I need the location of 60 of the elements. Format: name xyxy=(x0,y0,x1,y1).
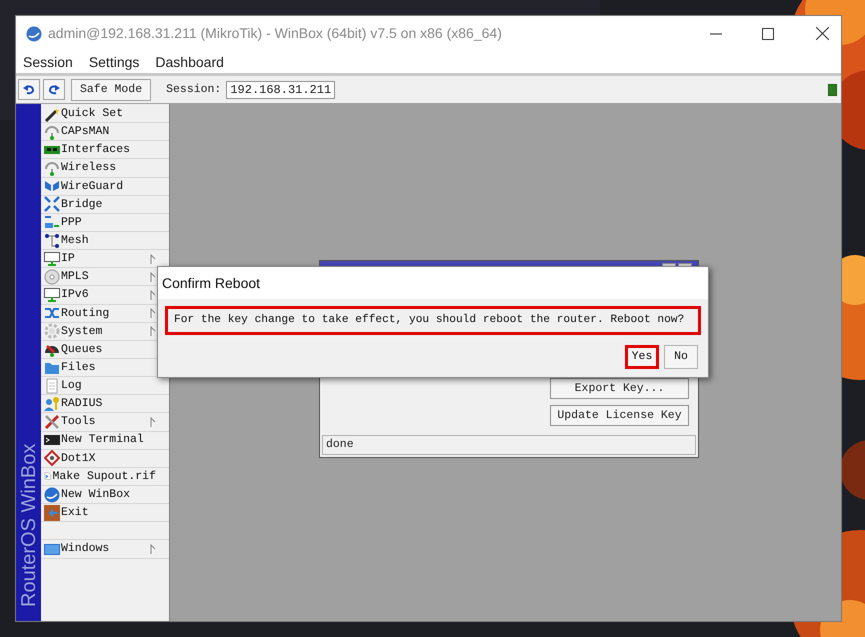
sidebar-item[interactable]: Log xyxy=(61,377,82,394)
dialog-button[interactable]: Yes xyxy=(625,345,659,369)
user-key-icon xyxy=(44,396,60,412)
brand-text: RouterOS WinBox xyxy=(17,442,41,607)
sidebar-item[interactable]: CAPsMAN xyxy=(61,123,110,140)
message-text: For the key change to take effect, you should reboot the router. Reboot now? xyxy=(165,306,701,335)
sidebar-item[interactable]: WireGuard xyxy=(61,178,124,195)
undo-icon xyxy=(23,84,35,94)
wand-icon xyxy=(44,106,60,122)
globe-icon xyxy=(26,26,42,42)
undo-button[interactable] xyxy=(18,79,40,100)
dialog-button[interactable]: No xyxy=(664,345,698,369)
sidebar-item[interactable]: Routing xyxy=(61,304,110,322)
status-indicator-icon xyxy=(828,84,837,96)
ppp-icon xyxy=(44,214,60,230)
sidebar-item[interactable]: IP xyxy=(61,250,75,268)
sidebar-item[interactable]: Mesh xyxy=(61,232,89,250)
session-label: Session: xyxy=(166,82,222,98)
sidebar-item[interactable]: Dot1X xyxy=(61,450,96,467)
window-button[interactable]: Export Key... xyxy=(550,378,689,399)
sidebar-item[interactable]: Wireless xyxy=(61,159,116,177)
sidebar-item[interactable]: Queues xyxy=(61,340,102,358)
sidebar-item[interactable]: Files xyxy=(61,358,96,376)
exit-icon xyxy=(44,504,60,521)
status-bar: done xyxy=(322,435,696,455)
ipv6-icon xyxy=(44,286,60,303)
sidebar-item[interactable]: RADIUS xyxy=(61,395,102,412)
window-title: admin@192.168.31.211 (MikroTik) - WinBox (64bit) v7.5 on x86 (x86_64) xyxy=(48,24,502,43)
sidebar-item[interactable]: Tools xyxy=(61,413,96,431)
ip-icon xyxy=(44,250,60,267)
close-icon[interactable] xyxy=(816,27,829,40)
window-button[interactable]: Update License Key xyxy=(550,405,689,426)
safe-mode-button[interactable]: Safe Mode xyxy=(71,78,152,100)
sidebar-item[interactable]: System xyxy=(61,322,102,340)
sidebar-item[interactable]: Quick Set xyxy=(61,104,124,122)
arrows-icon xyxy=(44,196,60,212)
sidebar-item[interactable]: Bridge xyxy=(61,196,102,213)
wrench-icon xyxy=(44,414,60,430)
antenna-icon xyxy=(44,124,60,140)
sidebar-item[interactable]: Make Supout.rif xyxy=(52,468,156,486)
sidebar-item[interactable]: PPP xyxy=(61,214,82,232)
sidebar-item[interactable]: New Terminal xyxy=(61,431,144,449)
sidebar-item[interactable]: IPv6 xyxy=(61,286,89,304)
sidebar-item[interactable]: Exit xyxy=(61,504,89,522)
sidebar-item[interactable]: Interfaces xyxy=(61,141,130,158)
sidebar-item[interactable]: MPLS xyxy=(61,268,89,286)
globe-icon xyxy=(44,486,60,503)
menu-item[interactable]: Session xyxy=(23,52,73,72)
menu-item[interactable]: Dashboard xyxy=(155,52,224,72)
mesh-icon xyxy=(44,232,60,249)
antenna-icon xyxy=(44,160,60,176)
menu-item[interactable]: Settings xyxy=(88,52,140,72)
maximize-icon[interactable] xyxy=(762,28,774,40)
diamond-icon xyxy=(44,450,60,466)
sidebar-item[interactable]: New WinBox xyxy=(61,486,130,504)
dialog-title: Confirm Reboot xyxy=(162,274,260,292)
redo-button[interactable] xyxy=(43,79,65,100)
session-field[interactable]: 192.168.31.211 xyxy=(226,80,336,98)
redo-icon xyxy=(48,84,60,94)
sidebar-item[interactable]: Windows xyxy=(61,540,110,558)
